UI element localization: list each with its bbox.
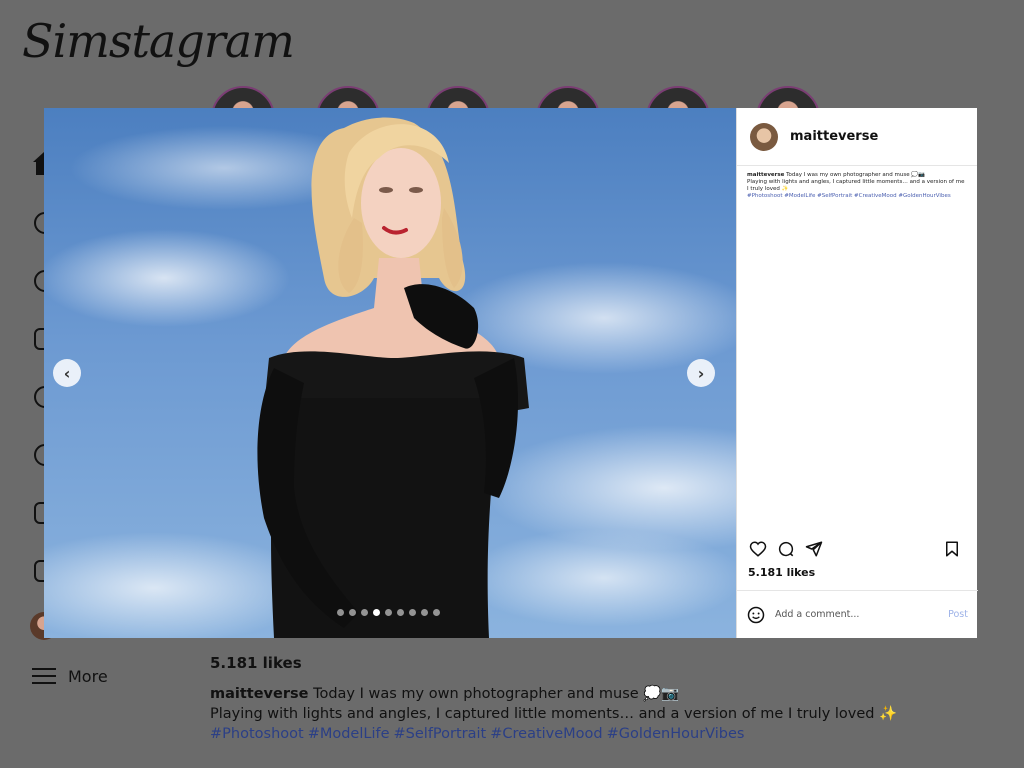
hashtag[interactable]: #GoldenHourVibes bbox=[607, 726, 745, 742]
post-username[interactable]: maitteverse bbox=[790, 129, 878, 144]
post-caption: maitteverse Today I was my own photograp… bbox=[737, 166, 977, 206]
emoji-icon[interactable] bbox=[747, 606, 765, 624]
sim-portrait-illustration bbox=[257, 117, 529, 638]
post-comment-button[interactable]: Post bbox=[948, 609, 968, 620]
hashtag[interactable]: #CreativeMood bbox=[490, 726, 602, 742]
carousel-dot[interactable] bbox=[349, 609, 356, 616]
feed-caption: maitteverse Today I was my own photograp… bbox=[210, 684, 910, 744]
post-photo[interactable]: ‹ › bbox=[44, 108, 736, 638]
hamburger-icon bbox=[32, 666, 56, 686]
carousel-indicator bbox=[337, 609, 440, 616]
caption-username[interactable]: maitteverse bbox=[747, 172, 784, 178]
carousel-dot-active[interactable] bbox=[373, 609, 380, 616]
carousel-dot[interactable] bbox=[397, 609, 404, 616]
more-menu-button[interactable]: More bbox=[32, 666, 108, 686]
more-label: More bbox=[68, 666, 108, 686]
hashtag[interactable]: #CreativeMood bbox=[854, 193, 897, 199]
chevron-right-icon[interactable]: › bbox=[687, 359, 715, 387]
post-actions bbox=[749, 538, 967, 560]
caption-line2: Playing with lights and angles, I captur… bbox=[747, 179, 965, 192]
heart-icon[interactable] bbox=[749, 540, 767, 558]
comment-bar: Post bbox=[737, 590, 978, 638]
carousel-dot[interactable] bbox=[337, 609, 344, 616]
likes-count[interactable]: 5.181 likes bbox=[748, 566, 815, 579]
hashtag[interactable]: #ModelLife bbox=[308, 726, 390, 742]
hashtag[interactable]: #SelfPortrait bbox=[817, 193, 852, 199]
hashtag[interactable]: #Photoshoot bbox=[210, 726, 304, 742]
post-header: maitteverse bbox=[737, 108, 977, 166]
bookmark-icon[interactable] bbox=[943, 540, 961, 558]
feed-caption-line1: Today I was my own photographer and muse… bbox=[313, 686, 680, 702]
comment-input[interactable] bbox=[775, 609, 949, 620]
carousel-dot[interactable] bbox=[421, 609, 428, 616]
carousel-dot[interactable] bbox=[361, 609, 368, 616]
post-side-panel: maitteverse maitteverse Today I was my o… bbox=[736, 108, 978, 638]
carousel-dot[interactable] bbox=[433, 609, 440, 616]
feed-caption-username[interactable]: maitteverse bbox=[210, 686, 308, 702]
carousel-dot[interactable] bbox=[385, 609, 392, 616]
feed-caption-line2: Playing with lights and angles, I captur… bbox=[210, 706, 898, 722]
post-modal: ‹ › maitteverse maitteverse Today I was … bbox=[44, 108, 978, 638]
hashtag[interactable]: #GoldenHourVibes bbox=[898, 193, 950, 199]
app-logo[interactable]: Simstagram bbox=[22, 14, 295, 68]
hashtag[interactable]: #Photoshoot bbox=[747, 193, 783, 199]
hashtag[interactable]: #ModelLife bbox=[784, 193, 815, 199]
comment-icon[interactable] bbox=[777, 540, 795, 558]
caption-line1: Today I was my own photographer and muse… bbox=[786, 172, 926, 178]
feed-likes-count[interactable]: 5.181 likes bbox=[210, 654, 302, 672]
carousel-dot[interactable] bbox=[409, 609, 416, 616]
avatar[interactable] bbox=[750, 122, 778, 151]
chevron-left-icon[interactable]: ‹ bbox=[53, 359, 81, 387]
send-icon[interactable] bbox=[805, 540, 823, 558]
hashtag[interactable]: #SelfPortrait bbox=[394, 726, 487, 742]
